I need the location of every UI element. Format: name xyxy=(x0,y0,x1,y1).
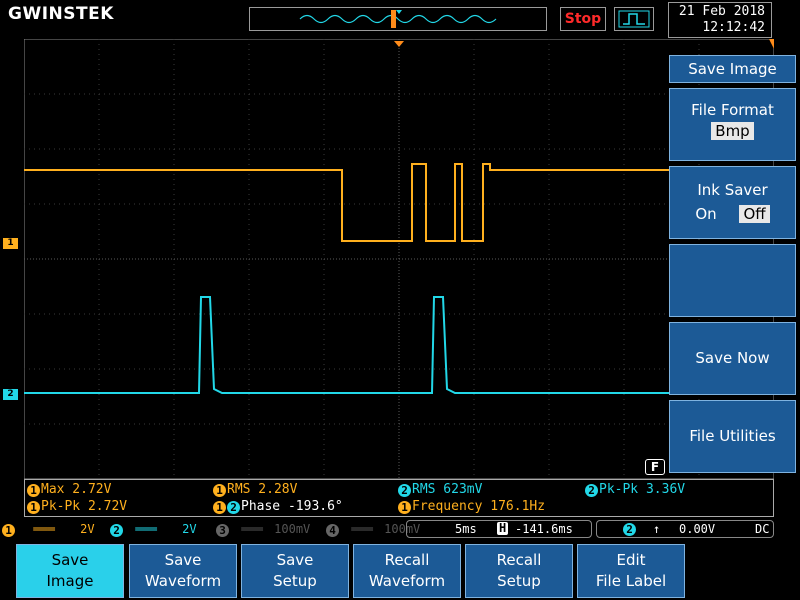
ch3-badge-icon: 3 xyxy=(216,524,229,537)
measurement-item: 2 RMS 623mV xyxy=(398,482,482,497)
ch1-ground-marker[interactable]: 1 xyxy=(3,238,18,249)
position-h-icon: H xyxy=(497,521,509,535)
button-line2: Setup xyxy=(497,572,541,590)
button-line1: Recall xyxy=(384,551,430,569)
timebase-value: 5ms xyxy=(455,522,477,536)
memory-overview-bar xyxy=(249,7,547,31)
status-bar: 1 ═══ 2V 2 ═══ 2V 3 ═══ 100mV 4 ═══ 100m… xyxy=(0,518,800,540)
trigger-level-value: 0.00V xyxy=(679,522,716,536)
measurement-panel: 1 Max 2.72V 1 RMS 2.28V 2 RMS 623mV 2 Pk-Pk … xyxy=(24,479,774,517)
ch3-scale: 100mV xyxy=(274,522,311,536)
file-format-label: File Format xyxy=(691,101,774,119)
measurement-item: 1 RMS 2.28V xyxy=(213,482,297,497)
ch2-status[interactable]: 2 ═══ 2V xyxy=(110,522,197,537)
ch2-badge-icon: 2 xyxy=(585,484,598,497)
time-text: 12:12:42 xyxy=(702,20,765,35)
button-line2: Image xyxy=(46,572,94,590)
ch1-scale: 2V xyxy=(80,522,95,536)
recall-setup-tab[interactable]: Recall Setup xyxy=(465,544,573,598)
button-line1: Recall xyxy=(496,551,542,569)
measurement-item: 1 2 Phase -193.6° xyxy=(213,499,343,514)
save-waveform-tab[interactable]: Save Waveform xyxy=(129,544,237,598)
side-menu-title: Save Image xyxy=(669,55,796,83)
ch1-coupling-icon: ═══ xyxy=(33,522,55,536)
button-line2: Setup xyxy=(273,572,317,590)
run-stop-status[interactable]: Stop xyxy=(560,7,606,31)
ch2-scale: 2V xyxy=(182,522,197,536)
button-line2: File Label xyxy=(595,572,667,590)
ch1-badge-icon: 1 xyxy=(213,484,226,497)
ink-saver-option-off: Off xyxy=(739,205,770,223)
ch1-badge-icon: 1 xyxy=(27,501,40,514)
overview-window-marker[interactable] xyxy=(391,10,396,28)
phase-text: Phase -193.6° xyxy=(241,499,343,514)
ch2-ground-marker[interactable]: 2 xyxy=(3,389,18,400)
ink-saver-option-on: On xyxy=(695,205,717,223)
ch1-badge-icon: 1 xyxy=(27,484,40,497)
brand-logo: GWINSTEK xyxy=(8,4,114,24)
save-now-button[interactable]: Save Now xyxy=(669,322,796,395)
ch4-badge-icon: 4 xyxy=(326,524,339,537)
trigger-status-icon[interactable] xyxy=(614,7,654,31)
overview-waveform xyxy=(299,10,497,28)
measurement-item: 1 Frequency 176.1Hz xyxy=(398,499,545,514)
trigger-status[interactable]: 2 ↑ 0.00V DC xyxy=(596,520,774,538)
recall-waveform-tab[interactable]: Recall Waveform xyxy=(353,544,461,598)
ch3-coupling-icon: ═══ xyxy=(241,522,263,536)
datetime-display: 21 Feb 2018 12:12:42 xyxy=(668,2,772,38)
waveform-display[interactable] xyxy=(24,39,774,479)
ch1-status[interactable]: 1 ═══ 2V xyxy=(2,522,95,537)
button-line1: Save xyxy=(51,551,89,569)
measurement-item: 1 Max 2.72V xyxy=(27,482,111,497)
ink-saver-button[interactable]: Ink Saver On Off xyxy=(669,166,796,239)
trigger-slope-icon: ↑ xyxy=(653,522,661,536)
measurement-item: 1 Pk-Pk 2.72V xyxy=(27,499,127,514)
horizontal-position-value: -141.6ms xyxy=(515,522,573,536)
ch2-badge-icon: 2 xyxy=(110,524,123,537)
ch1-badge-icon: 1 xyxy=(2,524,15,537)
front-panel-indicator: F xyxy=(645,459,665,475)
trigger-coupling-value: DC xyxy=(755,522,770,536)
date-text: 21 Feb 2018 xyxy=(678,4,765,19)
square-wave-icon xyxy=(618,10,650,28)
ch2-badge-icon: 2 xyxy=(227,501,240,514)
file-format-button[interactable]: File Format Bmp xyxy=(669,88,796,161)
ink-saver-label: Ink Saver xyxy=(697,181,768,199)
horizontal-status[interactable]: 5ms H -141.6ms xyxy=(406,520,592,538)
save-image-tab[interactable]: Save Image xyxy=(16,544,124,598)
file-format-value: Bmp xyxy=(711,122,754,140)
measurement-item: 2 Pk-Pk 3.36V xyxy=(585,482,685,497)
ch1-badge-icon: 1 xyxy=(398,501,411,514)
button-line1: Edit xyxy=(616,551,646,569)
ch2-badge-icon: 2 xyxy=(398,484,411,497)
save-setup-tab[interactable]: Save Setup xyxy=(241,544,349,598)
edit-file-label-tab[interactable]: Edit File Label xyxy=(577,544,685,598)
button-line1: Save xyxy=(164,551,202,569)
trigger-source-icon: 2 xyxy=(623,523,636,536)
ch4-coupling-icon: ═══ xyxy=(351,522,373,536)
side-menu-empty-button[interactable] xyxy=(669,244,796,317)
ch2-coupling-icon: ═══ xyxy=(135,522,157,536)
trigger-position-icon xyxy=(396,10,402,14)
ch1-badge-icon: 1 xyxy=(213,501,226,514)
button-line2: Waveform xyxy=(368,572,446,590)
file-utilities-button[interactable]: File Utilities xyxy=(669,400,796,473)
button-line1: Save xyxy=(276,551,314,569)
button-line2: Waveform xyxy=(144,572,222,590)
ch3-status[interactable]: 3 ═══ 100mV xyxy=(216,522,310,537)
